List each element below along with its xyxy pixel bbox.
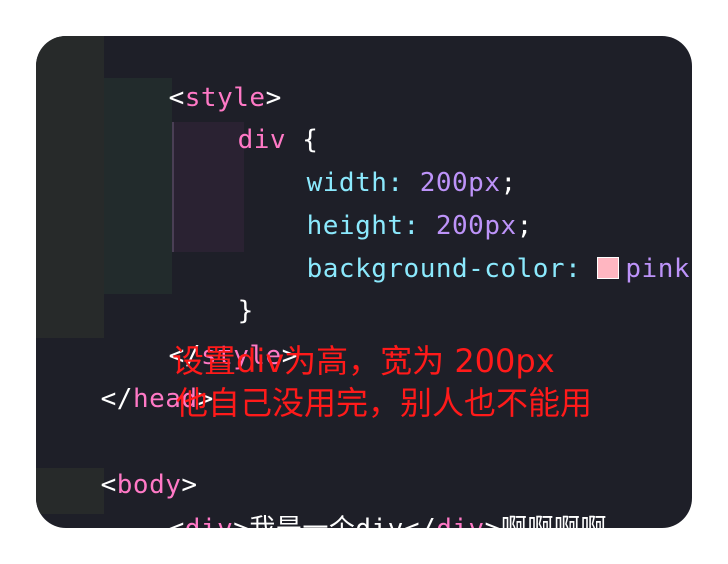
code-line-body-close: </body> <box>36 513 214 528</box>
code-line-style-open: <style> <box>104 38 282 113</box>
code-line-style-close: </style> <box>104 296 298 371</box>
code-editor[interactable]: <style> div { width: 200px; height: 200p… <box>36 36 692 528</box>
punct: > <box>485 514 501 528</box>
css-value: pink <box>625 254 691 284</box>
punct: </ <box>404 514 436 528</box>
trailing-text: 啊啊啊啊 <box>501 514 607 528</box>
code-line-background-color: background-color: pink; <box>242 209 692 284</box>
element-text: 我是一个div <box>249 514 403 528</box>
annotation-line-1: 设置div为高，宽为 200px <box>172 342 555 380</box>
css-property: background-color <box>306 254 566 284</box>
color-swatch-icon[interactable] <box>597 257 620 279</box>
punct: ; <box>690 254 692 284</box>
code-line-body-open: <body> <box>36 425 198 500</box>
code-line-close-brace: } <box>173 251 254 326</box>
tag-name: div <box>436 514 484 528</box>
indent-guide-level-1 <box>36 36 104 338</box>
punct: </ <box>100 384 133 414</box>
code-line-height: height: 200px; <box>242 166 533 241</box>
punct: > <box>233 514 249 528</box>
code-line-width: width: 200px; <box>242 123 517 198</box>
punct: : <box>565 254 598 284</box>
annotation-line-2: 他自己没用完，别人也不能用 <box>176 384 593 422</box>
code-line-div-element: <div>我是一个div</div>啊啊啊啊 <box>104 469 607 528</box>
code-line-selector: div { <box>173 80 318 155</box>
